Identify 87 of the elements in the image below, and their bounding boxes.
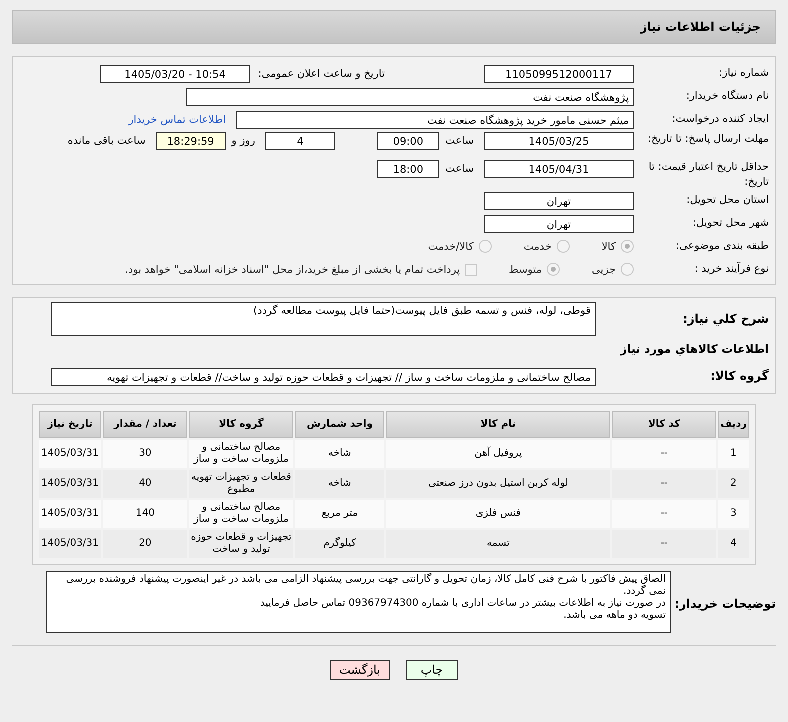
field-label: حداقل تاریخ اعتبار قیمت: تا تاریخ: (648, 160, 769, 190)
field-label: شهر محل تحویل: (692, 216, 769, 231)
province-field: تهران (484, 192, 634, 210)
field-label: نام دستگاه خریدار: (685, 89, 769, 104)
field-label: طبقه بندی موضوعی: (675, 239, 769, 254)
table-cell: -- (612, 470, 716, 498)
radio-button[interactable] (478, 240, 492, 253)
field-label: روز و (232, 134, 256, 149)
table-cell: 4 (718, 530, 749, 558)
table-cell: پروفیل آهن (386, 440, 610, 468)
table-cell: لوله کربن استیل بدون درز صنعتی (386, 470, 610, 498)
table-cell: 1405/03/31 (39, 530, 102, 558)
deadline-date-field: 1405/03/25 (484, 132, 634, 150)
remaining-time-field: 18:29:59 (156, 132, 226, 150)
need-number-field: 1105099512000117 (484, 64, 634, 82)
field-label: گروه کالا: (710, 369, 769, 384)
notes-textarea[interactable] (46, 571, 671, 633)
table-cell: تسمه (386, 530, 610, 558)
notes-line: در صورت نیاز به اطلاعات بیشتر در ساعات اداری با شماره 09367974300 تماس حاصل فرمایید (259, 598, 666, 610)
table-cell: 140 (103, 500, 188, 528)
deadline-time-field: 09:00 (377, 132, 440, 150)
radio-label: کالا (602, 240, 616, 252)
radio-button[interactable] (621, 263, 634, 276)
buyer-contact-link[interactable]: اطلاعات تماس خریدار (128, 114, 226, 126)
field-label: ایجاد کننده درخواست: (671, 112, 769, 127)
table-cell: شاخه (295, 470, 384, 498)
notes-line: الصاق پیش فاکتور با شرح فنی کامل کالا، زمان تحویل و گارانتی جهت بررسی پیشنهاد الزامی می باشد در غیر اینصورت پیشنهاد فروشنده بررسی نمی گردد. (65, 574, 666, 598)
column-header: کد کالا (612, 411, 716, 438)
table-cell: 1405/03/31 (39, 440, 102, 468)
radio-button[interactable] (556, 240, 570, 253)
radio-label: خدمت (524, 240, 552, 252)
notes-line: تسویه دو ماهه می باشد. (562, 610, 666, 622)
field-label: ساعت (445, 162, 474, 177)
validity-date-field: 1405/04/31 (484, 160, 634, 178)
announce-date-field: 1405/03/20 - 10:54 (100, 64, 250, 82)
table-cell: 3 (718, 500, 749, 528)
table-cell: -- (612, 500, 716, 528)
table-cell: 1 (718, 440, 749, 468)
goods-group-field: مصالح ساختمانی و ملزومات ساخت و ساز // تجهیزات و قطعات حوزه تولید و ساخت// قطعات و تجهیزات تهویه (51, 368, 596, 386)
requester-field: میثم حسنی مامور خرید پژوهشگاه صنعت نفت (236, 110, 634, 128)
print-button[interactable]: چاپ (406, 660, 458, 680)
table-cell: 2 (718, 470, 749, 498)
table-cell: شاخه (295, 440, 384, 468)
field-label: استان محل تحویل: (686, 193, 769, 208)
column-header: نام کالا (386, 411, 610, 438)
field-label: نوع فرآیند خرید : (694, 262, 769, 277)
table-cell: 30 (103, 440, 188, 468)
radio-button[interactable] (621, 240, 634, 253)
column-header: واحد شمارش (295, 411, 384, 438)
table-cell: مصالح ساختمانی و ملزومات ساخت و ساز (189, 500, 294, 528)
buyer-org-field: پژوهشگاه صنعت نفت (186, 88, 634, 106)
checkbox[interactable] (465, 264, 478, 276)
table-cell: تجهیزات و قطعات حوزه تولید و ساخت (189, 530, 294, 558)
table-cell: قطعات و تجهیزات تهویه مطبوع (189, 470, 294, 498)
radio-label: متوسط (509, 264, 542, 276)
table-cell: -- (612, 530, 716, 558)
table-cell: مصالح ساختمانی و ملزومات ساخت و ساز (189, 440, 294, 468)
table-cell: 40 (103, 470, 188, 498)
field-label: شماره نیاز: (718, 66, 769, 81)
days-field: 4 (265, 132, 336, 150)
field-label: توضیحات خریدار: (674, 596, 776, 612)
table-cell: 1405/03/31 (39, 500, 102, 528)
radio-label: کالا/خدمت (428, 240, 474, 252)
table-cell: 1405/03/31 (39, 470, 102, 498)
field-label: ساعت (445, 134, 474, 149)
validity-time-field: 18:00 (377, 160, 440, 178)
table-cell: -- (612, 440, 716, 468)
radio-button[interactable] (547, 263, 560, 276)
field-label: ساعت باقی مانده (68, 134, 146, 149)
column-header: گروه کالا (189, 411, 294, 438)
table-cell: متر مربع (295, 500, 384, 528)
back-button[interactable]: بازگشت (330, 660, 390, 680)
field-label: تاریخ و ساعت اعلان عمومی: (258, 68, 385, 80)
column-header: تعداد / مقدار (103, 411, 188, 438)
radio-label: جزیی (592, 264, 616, 276)
page-title: جزئیات اطلاعات نیاز (640, 20, 761, 34)
city-field: تهران (484, 214, 634, 232)
column-header: ردیف (718, 411, 749, 438)
checkbox-label: پرداخت تمام یا بخشی از مبلغ خرید،از محل "اسناد خزانه اسلامی" خواهد بود. (125, 264, 460, 276)
column-header: تاریخ نیاز (39, 411, 102, 438)
section-heading: اطلاعات كالاهاي مورد نياز (619, 341, 770, 358)
description-textarea[interactable]: قوطی، لوله، فنس و تسمه طبق فایل پیوست(حتما فایل پیوست مطالعه گردد) (51, 302, 596, 336)
table-cell: فنس فلزی (386, 500, 610, 528)
field-label: مهلت ارسال پاسخ: تا تاریخ: (646, 132, 769, 147)
table-cell: 20 (103, 530, 188, 558)
field-label: شرح کلي نياز: (682, 312, 769, 326)
table-cell: کیلوگرم (295, 530, 384, 558)
